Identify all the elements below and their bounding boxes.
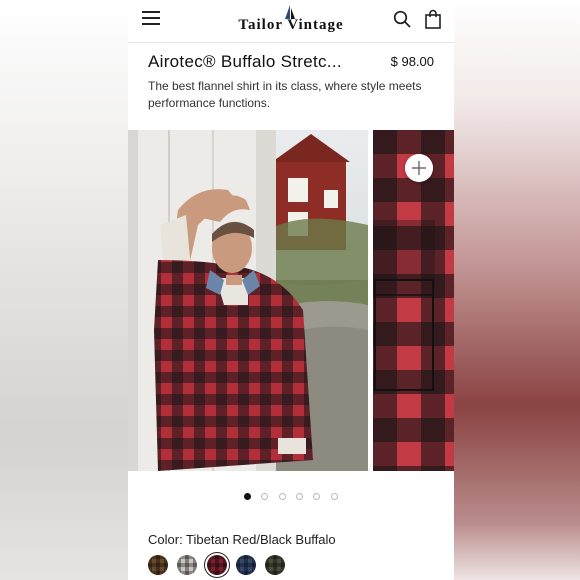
site-header: Tailor Vintage [128,0,454,43]
swatch-brown-plaid[interactable] [148,555,168,575]
swatch-grey-plaid[interactable] [177,555,197,575]
swatch-tibetan-red-black-buffalo[interactable] [207,555,227,575]
product-description: The best flannel shirt in its class, whe… [148,79,422,110]
product-image-carousel[interactable] [128,130,454,471]
product-photo-model[interactable] [128,130,368,471]
swatch-navy-plaid[interactable] [236,555,256,575]
product-price: $ 98.00 [390,54,434,69]
background-right [454,0,580,580]
carousel-dot[interactable] [331,493,338,500]
product-title: Airotec® Buffalo Stretc... [148,52,342,71]
search-icon[interactable] [392,9,412,29]
carousel-dot[interactable] [279,493,286,500]
sail-icon [285,5,295,19]
carousel-dot[interactable] [313,493,320,500]
color-label: Color: Tibetan Red/Black Buffalo [148,532,336,547]
carousel-dot[interactable] [261,493,268,500]
carousel-dot[interactable] [244,493,251,500]
carousel-pagination [128,493,454,503]
mobile-page: Tailor Vintage Airotec® Buffalo Stretc..… [128,0,454,580]
product-title-row: Airotec® Buffalo Stretc... $ 98.00 [148,52,438,76]
bag-icon[interactable] [424,9,442,29]
zoom-plus-icon[interactable] [405,154,433,182]
carousel-dot[interactable] [296,493,303,500]
background-left [0,0,128,580]
swatch-olive-plaid[interactable] [265,555,285,575]
